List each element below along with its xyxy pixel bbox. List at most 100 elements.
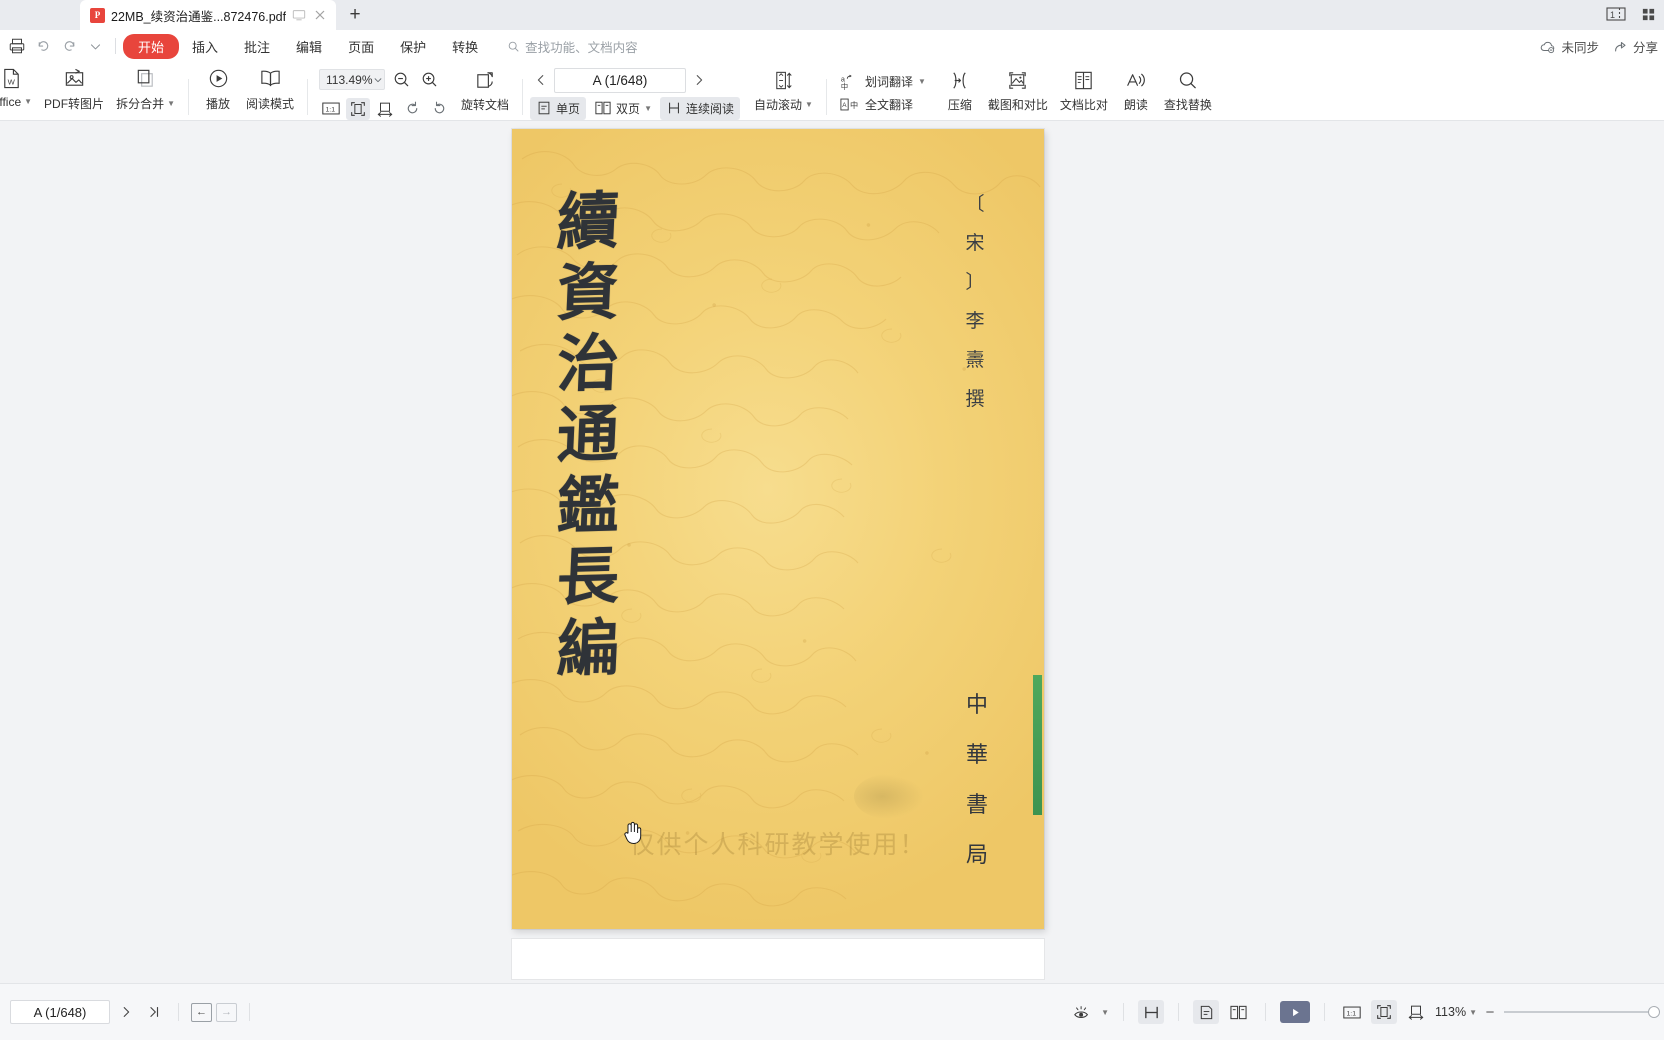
actual-size-button[interactable]: 1:1	[319, 98, 343, 120]
chevron-down-icon: ▼	[644, 103, 652, 113]
rotate-left-button[interactable]	[400, 97, 424, 121]
cloud-offline-icon	[1539, 39, 1557, 54]
fit-width-button[interactable]	[373, 98, 397, 120]
status-last-page-button[interactable]	[142, 1000, 166, 1024]
status-page-input[interactable]: A (1/648)	[10, 1000, 110, 1024]
fit-page-status-button[interactable]	[1371, 1000, 1398, 1024]
eye-protection-button[interactable]	[1069, 1000, 1095, 1024]
status-divider	[1324, 1003, 1326, 1021]
chevron-down-icon[interactable]: ▼	[1101, 1008, 1109, 1017]
zoom-slider-knob[interactable]	[1648, 1006, 1660, 1018]
menu-item-insert[interactable]: 插入	[179, 33, 231, 60]
zoom-slider[interactable]: −	[1483, 1004, 1660, 1021]
author-char-5: 燾	[965, 350, 985, 371]
rotate-document-button[interactable]: 旋转文档	[455, 63, 515, 119]
navigate-forward-button[interactable]: →	[216, 1002, 237, 1022]
screenshot-compare-button[interactable]: 截图和对比	[982, 63, 1054, 119]
double-page-mode-button[interactable]: 双页 ▼	[588, 97, 658, 120]
slideshow-button[interactable]	[1280, 1001, 1311, 1023]
zoom-level-status[interactable]: 113% ▼	[1435, 1005, 1477, 1019]
previous-page-button[interactable]	[530, 68, 552, 92]
ribbon-group-convert: W Office▼ PDF转图片 拆分合并▼	[0, 62, 181, 120]
continuous-read-button[interactable]: 连续阅读	[659, 96, 740, 120]
menu-item-start[interactable]: 开始	[123, 33, 180, 59]
read-mode-button[interactable]: 阅读模式	[240, 62, 300, 118]
sync-status-button[interactable]: 未同步	[1539, 37, 1599, 56]
menu-item-edit[interactable]: 编辑	[283, 33, 335, 60]
pdf-page-1[interactable]: 續 資 治 通 鑑 長 編 〔 宋 〕 李 燾 撰 中 華 書 局 仅供个人科研…	[512, 129, 1044, 929]
quick-access-chevron-icon[interactable]	[82, 33, 108, 59]
status-bar: A (1/648) ← → ▼ 1:1 113% ▼ −	[0, 983, 1664, 1040]
pdf-page-2-partial[interactable]	[512, 939, 1044, 979]
ribbon-divider	[188, 78, 189, 115]
next-page-button[interactable]	[688, 68, 710, 92]
status-divider	[1265, 1003, 1267, 1021]
menu-item-page[interactable]: 页面	[335, 33, 387, 60]
share-button[interactable]: 分享	[1613, 37, 1658, 56]
document-compare-button[interactable]: 文档比对	[1054, 63, 1114, 119]
play-button[interactable]: 播放	[196, 62, 240, 118]
zoom-out-button[interactable]	[389, 68, 413, 92]
word-translate-label: 划词翻译	[864, 74, 913, 89]
menu-divider	[115, 38, 116, 54]
menu-item-convert[interactable]: 转换	[439, 33, 491, 60]
document-viewport[interactable]: 續 資 治 通 鑑 長 編 〔 宋 〕 李 燾 撰 中 華 書 局 仅供个人科研…	[0, 121, 1664, 983]
redo-icon[interactable]	[56, 33, 82, 59]
office-convert-button[interactable]: W Office▼	[0, 62, 38, 118]
author-char-3: 〕	[965, 272, 985, 293]
title-char-5: 鑑	[555, 472, 621, 543]
full-translate-button[interactable]: A中 全文翻译	[834, 93, 932, 116]
fit-width-view-button[interactable]	[1138, 1000, 1165, 1024]
title-char-1: 續	[555, 188, 621, 258]
search-icon	[507, 40, 520, 53]
single-page-view-button[interactable]	[1193, 1000, 1220, 1024]
undo-icon[interactable]	[30, 33, 56, 59]
grid-view-icon[interactable]	[1638, 4, 1658, 24]
monitor-icon[interactable]	[292, 8, 306, 22]
ribbon-divider	[522, 78, 524, 115]
status-next-page-button[interactable]	[114, 1000, 138, 1024]
fit-width-status-button[interactable]	[1403, 1000, 1429, 1024]
new-tab-button[interactable]: +	[342, 2, 368, 28]
pdf-to-image-button[interactable]: PDF转图片	[38, 62, 110, 118]
double-page-view-button[interactable]	[1225, 1000, 1251, 1024]
ribbon-divider	[307, 78, 309, 115]
menu-item-protect[interactable]: 保护	[387, 33, 439, 60]
ribbon-toolbar: W Office▼ PDF转图片 拆分合并▼	[0, 62, 1664, 121]
auto-scroll-button[interactable]: 自动滚动 ▼	[748, 63, 819, 119]
screenshot-compare-label: 截图和对比	[987, 98, 1048, 112]
close-icon[interactable]	[312, 7, 328, 23]
navigate-back-button[interactable]: ←	[191, 1002, 212, 1022]
window-layout-icon[interactable]: 1	[1606, 4, 1626, 24]
split-merge-icon	[134, 66, 157, 92]
single-page-mode-button[interactable]: 单页	[530, 96, 587, 120]
zoom-level-select[interactable]: 113.49%	[319, 69, 386, 90]
ribbon-group-pagenav: A (1/648) 单页 双页 ▼ 连续阅读	[530, 62, 740, 120]
share-icon	[1613, 39, 1629, 54]
zoom-slider-track[interactable]	[1504, 1006, 1660, 1018]
split-merge-button[interactable]: 拆分合并 ▼	[110, 62, 181, 118]
split-merge-label: 拆分合并 ▼	[116, 96, 175, 111]
author-char-2: 宋	[965, 233, 985, 254]
read-aloud-button[interactable]: 朗读	[1114, 63, 1158, 119]
chevron-down-icon: ▼	[805, 100, 813, 109]
actual-size-status-button[interactable]: 1:1	[1339, 1000, 1365, 1024]
single-page-label: 单页	[556, 101, 581, 116]
svg-text:1:1: 1:1	[326, 107, 336, 114]
print-icon[interactable]	[4, 33, 30, 59]
page-number-input[interactable]: A (1/648)	[554, 67, 687, 93]
word-translate-button[interactable]: a中 划词翻译 ▼	[834, 70, 932, 93]
sync-status-label: 未同步	[1561, 40, 1599, 55]
zoom-in-button[interactable]	[417, 68, 441, 92]
find-replace-button[interactable]: 查找替换	[1158, 63, 1218, 119]
menu-item-annotate[interactable]: 批注	[231, 33, 283, 60]
rotate-right-button[interactable]	[427, 97, 451, 121]
compress-button[interactable]: 压缩	[938, 63, 982, 119]
auto-scroll-label: 自动滚动 ▼	[754, 98, 813, 112]
zoom-out-slider-button[interactable]: −	[1483, 1004, 1497, 1021]
fit-page-button[interactable]	[346, 97, 371, 120]
document-tab[interactable]: P 22MB_续资治通鉴...872476.pdf	[80, 0, 337, 30]
search-icon	[1176, 67, 1199, 93]
search-input[interactable]: 查找功能、文档内容	[507, 37, 638, 56]
ribbon-group-zoom: 113.49% 1:1	[315, 62, 451, 121]
